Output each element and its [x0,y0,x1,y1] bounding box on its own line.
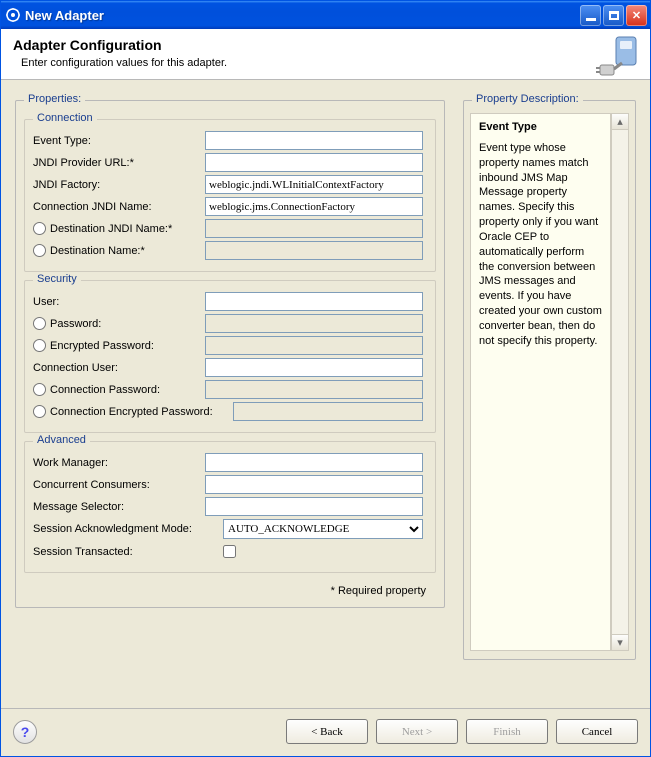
connection-encrypted-password-radio[interactable] [33,405,46,418]
advanced-group: Advanced Work Manager: Concurrent Consum… [24,441,436,573]
work-manager-input[interactable] [205,453,423,472]
jndi-factory-label: JNDI Factory: [33,179,205,191]
event-type-input[interactable] [205,131,423,150]
wizard-footer: ? < Back Next > Finish Cancel [1,708,650,756]
destination-jndi-name-label: Destination JNDI Name:* [50,223,172,235]
back-button[interactable]: < Back [286,719,368,744]
connection-user-input[interactable] [205,358,423,377]
properties-legend: Properties: [24,93,85,105]
encrypted-password-input [205,336,423,355]
session-ack-mode-select[interactable]: AUTO_ACKNOWLEDGE [223,519,423,539]
destination-jndi-name-radio[interactable] [33,222,46,235]
encrypted-password-radio[interactable] [33,339,46,352]
scroll-up-icon[interactable]: ▴ [612,114,628,130]
password-label: Password: [50,318,101,330]
security-legend: Security [33,273,81,285]
user-input[interactable] [205,292,423,311]
work-manager-label: Work Manager: [33,457,205,469]
required-note: * Required property [24,579,436,599]
property-description-panel: Event Type Event type whose property nam… [470,113,611,651]
event-type-label: Event Type: [33,135,205,147]
connection-encrypted-password-label: Connection Encrypted Password: [50,406,213,418]
message-selector-input[interactable] [205,497,423,516]
maximize-button[interactable] [603,5,624,26]
session-transacted-label: Session Transacted: [33,546,223,558]
connection-password-label: Connection Password: [50,384,160,396]
connection-legend: Connection [33,112,97,124]
properties-group: Properties: Connection Event Type: JNDI … [15,100,445,608]
password-radio[interactable] [33,317,46,330]
property-description-legend: Property Description: [472,93,583,105]
finish-button: Finish [466,719,548,744]
connection-password-input [205,380,423,399]
titlebar: New Adapter [1,1,650,29]
jndi-provider-url-label: JNDI Provider URL:* [33,157,205,169]
encrypted-password-label: Encrypted Password: [50,340,154,352]
password-input [205,314,423,333]
minimize-button[interactable] [580,5,601,26]
security-group: Security User: Password: [24,280,436,433]
adapter-icon [594,35,642,83]
destination-name-radio[interactable] [33,244,46,257]
connection-user-label: Connection User: [33,362,205,374]
close-button[interactable] [626,5,647,26]
connection-jndi-name-label: Connection JNDI Name: [33,201,205,213]
help-icon[interactable]: ? [13,720,37,744]
app-icon [5,7,21,23]
scroll-down-icon[interactable]: ▾ [612,634,628,650]
concurrent-consumers-label: Concurrent Consumers: [33,479,205,491]
new-adapter-window: New Adapter Adapter Configuration Enter … [0,0,651,757]
description-scrollbar[interactable]: ▴ ▾ [611,113,629,651]
destination-name-label: Destination Name:* [50,245,145,257]
page-title: Adapter Configuration [13,37,638,53]
session-transacted-checkbox[interactable] [223,545,236,558]
scroll-track[interactable] [612,130,628,634]
jndi-factory-input[interactable] [205,175,423,194]
wizard-header: Adapter Configuration Enter configuratio… [1,29,650,80]
property-description-body: Event type whose property names match in… [479,141,602,349]
window-title: New Adapter [25,8,580,23]
cancel-button[interactable]: Cancel [556,719,638,744]
property-description-group: Property Description: Event Type Event t… [463,100,636,660]
destination-jndi-name-input [205,219,423,238]
user-label: User: [33,296,205,308]
connection-password-radio[interactable] [33,383,46,396]
destination-name-input [205,241,423,260]
message-selector-label: Message Selector: [33,501,205,513]
next-button: Next > [376,719,458,744]
connection-encrypted-password-input [233,402,423,421]
jndi-provider-url-input[interactable] [205,153,423,172]
concurrent-consumers-input[interactable] [205,475,423,494]
connection-group: Connection Event Type: JNDI Provider URL… [24,119,436,272]
page-subtitle: Enter configuration values for this adap… [21,57,638,69]
property-description-title: Event Type [479,120,602,135]
connection-jndi-name-input[interactable] [205,197,423,216]
advanced-legend: Advanced [33,434,90,446]
session-ack-mode-label: Session Acknowledgment Mode: [33,523,223,535]
